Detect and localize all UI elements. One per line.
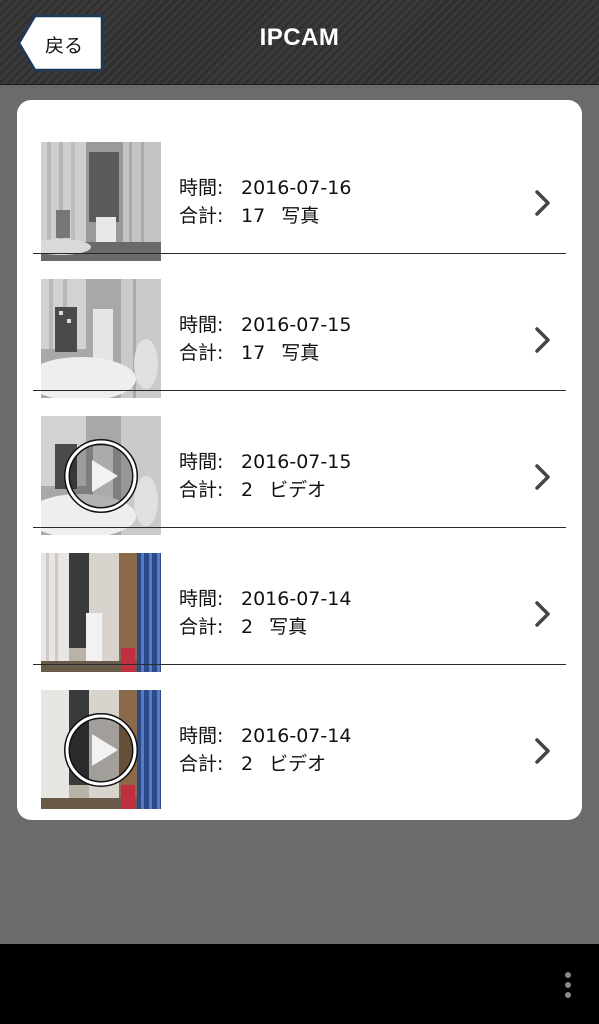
thumbnail — [41, 142, 161, 261]
record-date: 2016-07-15 — [241, 314, 352, 336]
overflow-menu-icon[interactable] — [564, 972, 572, 1000]
thumbnail — [41, 279, 161, 398]
total-label: 合計: — [179, 479, 224, 501]
record-count: 17 — [241, 205, 266, 227]
page-title: IPCAM — [259, 24, 340, 51]
chevron-right-icon — [535, 738, 550, 764]
record-date: 2016-07-15 — [241, 451, 352, 473]
chevron-right-icon — [535, 190, 550, 216]
list-item[interactable]: 時間: 2016-07-14 合計: 2 ビデオ — [33, 665, 566, 809]
record-date: 2016-07-16 — [241, 177, 352, 199]
total-label: 合計: — [179, 205, 224, 227]
record-count: 2 — [241, 616, 254, 638]
chevron-right-icon — [535, 601, 550, 627]
record-date: 2016-07-14 — [241, 725, 352, 747]
record-type: 写真 — [281, 205, 320, 227]
record-info: 時間: 2016-07-16 合計: 17 写真 — [179, 174, 351, 230]
record-date: 2016-07-14 — [241, 588, 352, 610]
time-label: 時間: — [179, 451, 224, 473]
system-nav-bar — [0, 944, 599, 1024]
record-type: 写真 — [269, 616, 308, 638]
record-count: 17 — [241, 342, 266, 364]
thumbnail — [41, 416, 161, 535]
record-info: 時間: 2016-07-15 合計: 2 ビデオ — [179, 448, 351, 504]
list-item[interactable]: 時間: 2016-07-16 合計: 17 写真 — [33, 117, 566, 261]
total-label: 合計: — [179, 753, 224, 775]
list-item[interactable]: 時間: 2016-07-14 合計: 2 写真 — [33, 528, 566, 672]
chevron-right-icon — [535, 327, 550, 353]
record-count: 2 — [241, 479, 254, 501]
record-info: 時間: 2016-07-15 合計: 17 写真 — [179, 311, 351, 367]
thumbnail — [41, 553, 161, 672]
time-label: 時間: — [179, 177, 224, 199]
time-label: 時間: — [179, 725, 224, 747]
play-icon[interactable] — [63, 712, 139, 788]
total-label: 合計: — [179, 342, 224, 364]
play-icon[interactable] — [63, 438, 139, 514]
record-count: 2 — [241, 753, 254, 775]
record-type: 写真 — [281, 342, 320, 364]
time-label: 時間: — [179, 588, 224, 610]
record-type: ビデオ — [269, 753, 327, 775]
thumbnail — [41, 690, 161, 809]
list-item[interactable]: 時間: 2016-07-15 合計: 2 ビデオ — [33, 391, 566, 535]
record-info: 時間: 2016-07-14 合計: 2 ビデオ — [179, 722, 351, 778]
record-list: 時間: 2016-07-16 合計: 17 写真 時間: 2016-07-15 … — [17, 100, 582, 820]
time-label: 時間: — [179, 314, 224, 336]
record-info: 時間: 2016-07-14 合計: 2 写真 — [179, 585, 351, 641]
list-item[interactable]: 時間: 2016-07-15 合計: 17 写真 — [33, 254, 566, 398]
chevron-right-icon — [535, 464, 550, 490]
app-header: 戻る IPCAM — [0, 0, 599, 85]
record-type: ビデオ — [269, 479, 327, 501]
total-label: 合計: — [179, 616, 224, 638]
